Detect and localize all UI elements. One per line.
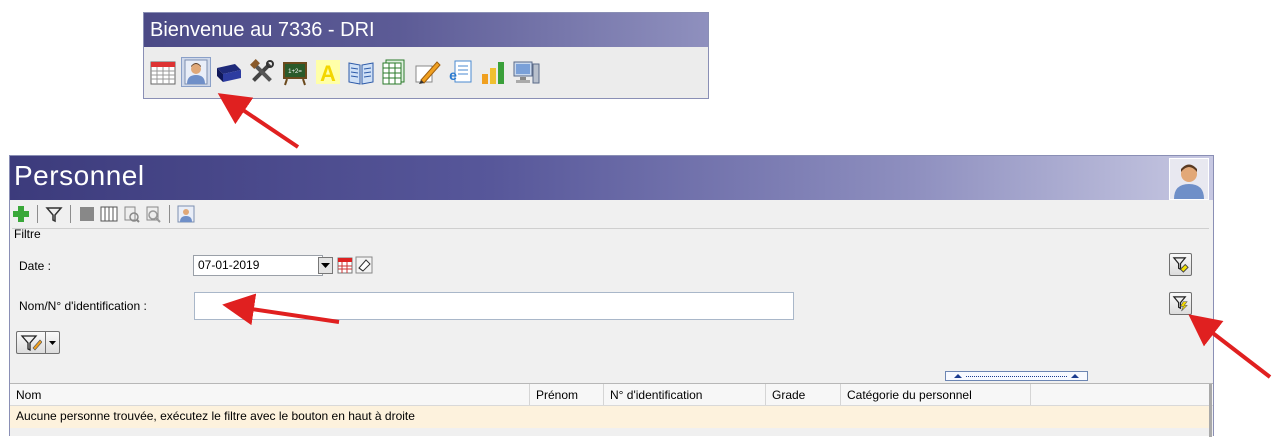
collapse-up-icon bbox=[954, 374, 962, 378]
letter-a-icon[interactable]: A bbox=[313, 57, 343, 87]
column-header-category[interactable]: Catégorie du personnel bbox=[841, 384, 1031, 405]
name-id-search-input[interactable] bbox=[194, 292, 794, 320]
computer-icon[interactable] bbox=[511, 57, 541, 87]
personnel-window: Personnel Filtre Date: 07-01-2019 Nom/N… bbox=[9, 155, 1214, 437]
date-dropdown-button[interactable] bbox=[318, 257, 333, 274]
pencil-icon[interactable] bbox=[412, 57, 442, 87]
eraser-icon[interactable] bbox=[355, 256, 373, 274]
annotation-arrow-launcher bbox=[217, 93, 300, 149]
filter-legend: Filtre bbox=[14, 227, 41, 241]
column-header-prenom[interactable]: Prénom bbox=[530, 384, 604, 405]
run-filter-icon bbox=[1172, 296, 1188, 312]
blackboard-icon[interactable]: 1+2= bbox=[280, 57, 310, 87]
toolbar-separator bbox=[37, 205, 38, 223]
person-icon[interactable] bbox=[177, 205, 195, 223]
launcher-toolbar: 1+2= A e bbox=[144, 47, 708, 97]
launcher-title: Bienvenue au 7336 - DRI bbox=[144, 13, 708, 47]
personnel-toolbar bbox=[12, 203, 195, 225]
spreadsheet-icon[interactable] bbox=[379, 57, 409, 87]
filter-options-split-button bbox=[16, 331, 60, 354]
stop-icon[interactable] bbox=[78, 205, 96, 223]
date-field[interactable]: 07-01-2019 bbox=[193, 255, 323, 276]
personnel-title-bar: Personnel bbox=[10, 156, 1213, 200]
splitter-dots bbox=[966, 375, 1067, 377]
calendar-icon[interactable] bbox=[148, 57, 178, 87]
avatar bbox=[1169, 158, 1209, 200]
print-preview-icon[interactable] bbox=[144, 205, 162, 223]
svg-text:e: e bbox=[449, 67, 457, 83]
toolbar-separator bbox=[70, 205, 71, 223]
launcher-window: Bienvenue au 7336 - DRI 1+2= A e bbox=[143, 12, 709, 99]
edit-filter-button[interactable] bbox=[16, 331, 46, 354]
book-icon[interactable] bbox=[346, 57, 376, 87]
edit-filter-icon bbox=[20, 334, 42, 351]
column-header-grade[interactable]: Grade bbox=[766, 384, 841, 405]
page-title: Personnel bbox=[14, 160, 145, 191]
filter-options-dropdown[interactable] bbox=[46, 331, 60, 354]
columns-icon[interactable] bbox=[100, 205, 118, 223]
run-filter-button[interactable] bbox=[1169, 292, 1192, 315]
add-icon[interactable] bbox=[12, 205, 30, 223]
date-label: Date : bbox=[19, 259, 52, 273]
chevron-down-icon bbox=[321, 262, 330, 268]
grid-header: Nom Prénom N° d'identification Grade Cat… bbox=[10, 384, 1213, 406]
filter-icon[interactable] bbox=[45, 205, 63, 223]
svg-text:A: A bbox=[320, 61, 336, 86]
clear-filter-button[interactable] bbox=[1169, 253, 1192, 276]
clear-filter-icon bbox=[1172, 257, 1189, 273]
collapse-up-icon bbox=[1071, 374, 1079, 378]
blackboard-text: 1+2= bbox=[288, 69, 302, 75]
column-header-id-number[interactable]: N° d'identification bbox=[604, 384, 766, 405]
tools-icon[interactable] bbox=[247, 57, 277, 87]
empty-result-message: Aucune personne trouvée, exécutez le fil… bbox=[10, 406, 1210, 428]
column-header-nom[interactable]: Nom bbox=[10, 384, 530, 405]
name-label: Nom/N° d'identification : bbox=[19, 299, 147, 313]
e-document-icon[interactable]: e bbox=[445, 57, 475, 87]
personnel-icon[interactable] bbox=[181, 57, 211, 87]
bar-chart-icon[interactable] bbox=[478, 57, 508, 87]
calendar-picker-icon[interactable] bbox=[337, 257, 353, 274]
export-icon[interactable] bbox=[122, 205, 140, 223]
chevron-down-icon bbox=[49, 340, 56, 345]
toolbar-separator bbox=[169, 205, 170, 223]
grid-right-border bbox=[1209, 384, 1212, 437]
panel-splitter-handle[interactable] bbox=[945, 371, 1088, 381]
classroom-icon[interactable] bbox=[214, 57, 244, 87]
